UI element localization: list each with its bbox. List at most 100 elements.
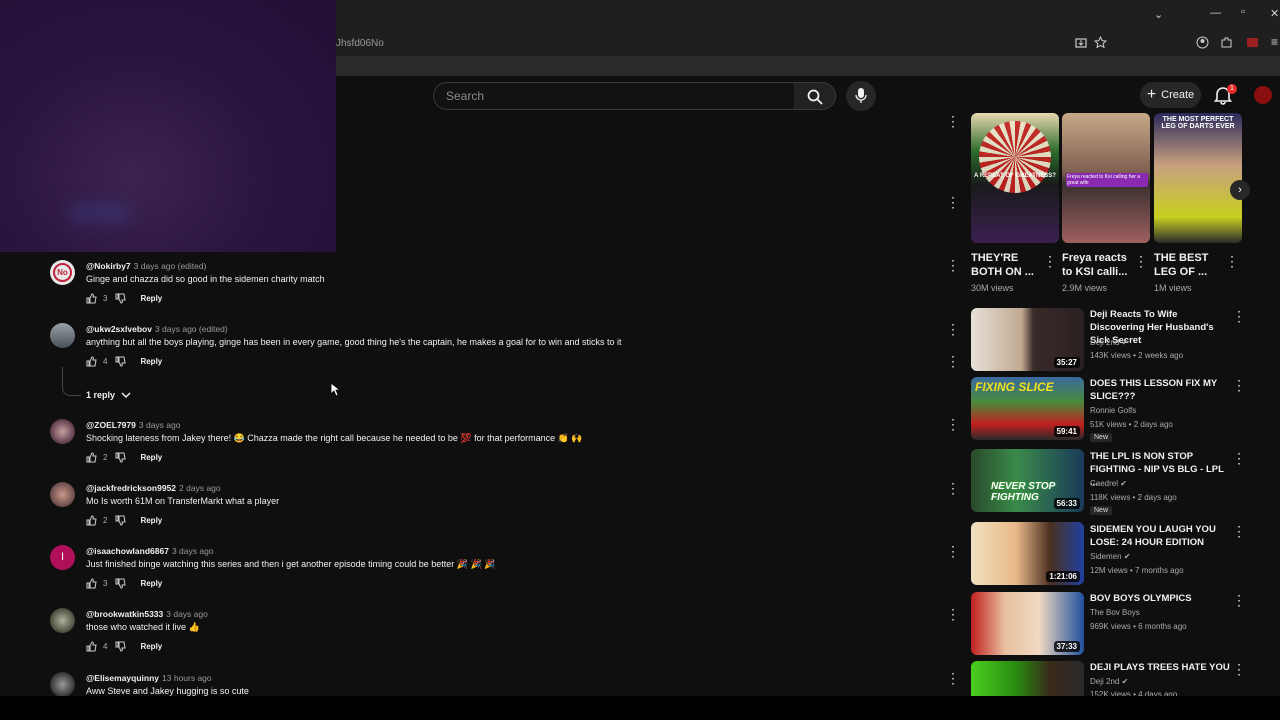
comment-author[interactable]: @jackfredrickson9952 — [86, 483, 176, 493]
reply-button[interactable]: Reply — [140, 294, 162, 303]
more-actions-icon[interactable]: ⋮ — [946, 322, 960, 336]
more-actions-icon[interactable]: ⋮ — [946, 607, 960, 621]
dislike-icon[interactable] — [115, 356, 127, 367]
more-actions-icon[interactable]: ⋮ — [1232, 592, 1246, 609]
install-app-icon[interactable] — [1075, 37, 1087, 49]
comment-time[interactable]: 3 days ago — [166, 609, 208, 619]
more-actions-icon[interactable]: ⋮ — [946, 354, 960, 368]
comment-author[interactable]: @isaachowland6867 — [86, 546, 169, 556]
more-actions-icon[interactable]: ⋮ — [1225, 253, 1239, 270]
create-button[interactable]: + Create — [1140, 82, 1201, 108]
view-replies-button[interactable]: 1 reply — [86, 390, 131, 400]
video-title[interactable]: DOES THIS LESSON FIX MY SLICE??? — [1090, 377, 1230, 403]
comment-author[interactable]: @ZOEL7979 — [86, 420, 136, 430]
dislike-icon[interactable] — [115, 293, 127, 304]
account-avatar[interactable] — [1254, 86, 1272, 104]
more-actions-icon[interactable]: ⋮ — [946, 671, 960, 685]
comment-time[interactable]: 3 days ago — [172, 546, 214, 556]
more-actions-icon[interactable]: ⋮ — [1232, 450, 1246, 467]
more-actions-icon[interactable]: ⋮ — [946, 258, 960, 272]
like-icon[interactable] — [86, 293, 100, 304]
video-title[interactable]: SIDEMEN YOU LAUGH YOU LOSE: 24 HOUR EDIT… — [1090, 523, 1230, 549]
reply-button[interactable]: Reply — [140, 357, 162, 366]
video-thumbnail[interactable]: 35:27 — [971, 308, 1084, 371]
reply-button[interactable]: Reply — [140, 516, 162, 525]
more-actions-icon[interactable]: ⋮ — [1232, 661, 1246, 678]
shelf-title[interactable]: THEY'RE BOTH ON ... — [971, 251, 1034, 279]
commenter-avatar[interactable]: No — [50, 260, 75, 285]
video-title[interactable]: DEJI PLAYS TREES HATE YOU — [1090, 661, 1230, 674]
search-icon — [807, 89, 823, 105]
more-actions-icon[interactable]: ⋮ — [946, 544, 960, 558]
more-actions-icon[interactable]: ⋮ — [946, 195, 960, 209]
comment-time[interactable]: 3 days ago (edited) — [155, 324, 228, 334]
reply-button[interactable]: Reply — [140, 453, 162, 462]
comment-time[interactable]: 13 hours ago — [162, 673, 212, 683]
video-thumbnail[interactable]: 37:33 — [971, 592, 1084, 655]
extension-badge-icon[interactable] — [1246, 35, 1260, 49]
commenter-avatar[interactable] — [50, 323, 75, 348]
tab-list-chevron-icon[interactable]: ⌄ — [1154, 8, 1163, 21]
more-actions-icon[interactable]: ⋮ — [1232, 377, 1246, 394]
more-actions-icon[interactable]: ⋮ — [946, 114, 960, 128]
bookmark-star-icon[interactable] — [1094, 36, 1107, 49]
like-icon[interactable] — [86, 515, 100, 526]
close-window-button[interactable]: ✕ — [1270, 7, 1279, 20]
like-icon[interactable] — [86, 641, 100, 652]
video-channel[interactable]: Deji 2nd ✔ — [1090, 677, 1128, 686]
shelf-next-button[interactable]: › — [1230, 180, 1250, 200]
comment-time[interactable]: 2 days ago — [179, 483, 221, 493]
profile-icon[interactable] — [1196, 36, 1209, 49]
comment-author[interactable]: @ukw2sxlvebov — [86, 324, 152, 334]
dislike-icon[interactable] — [115, 578, 127, 589]
commenter-avatar[interactable] — [50, 608, 75, 633]
video-thumbnail[interactable]: 1:21:06 — [971, 522, 1084, 585]
video-channel[interactable]: Sidemen ✔ — [1090, 552, 1131, 561]
search-box[interactable] — [433, 82, 795, 110]
url-text[interactable]: Jhsfd06No — [336, 38, 384, 49]
browser-menu-icon[interactable]: ≡ — [1271, 35, 1278, 49]
more-actions-icon[interactable]: ⋮ — [1043, 253, 1057, 270]
more-actions-icon[interactable]: ⋮ — [1134, 253, 1148, 270]
more-actions-icon[interactable]: ⋮ — [946, 481, 960, 495]
shelf-title[interactable]: THE BEST LEG OF ... — [1154, 251, 1208, 279]
comment-time[interactable]: 3 days ago — [139, 420, 181, 430]
video-thumbnail[interactable] — [971, 661, 1084, 696]
dislike-icon[interactable] — [115, 452, 127, 463]
shelf-thumbnail[interactable]: Freya reacted to Ksi calling her a great… — [1062, 113, 1150, 243]
video-channel[interactable]: The Bov Boys — [1090, 608, 1140, 617]
dislike-icon[interactable] — [115, 515, 127, 526]
commenter-avatar[interactable]: I — [50, 545, 75, 570]
like-icon[interactable] — [86, 452, 100, 463]
video-title[interactable]: BOV BOYS OLYMPICS — [1090, 592, 1230, 605]
commenter-avatar[interactable] — [50, 672, 75, 696]
video-thumbnail[interactable]: NEVER STOP FIGHTING 56:33 — [971, 449, 1084, 512]
comment-author[interactable]: @Elisemayquinny — [86, 673, 159, 683]
comment-author[interactable]: @Nokirby7 — [86, 261, 131, 271]
video-thumbnail[interactable]: FIXING SLICE 59:41 — [971, 377, 1084, 440]
dislike-icon[interactable] — [115, 641, 127, 652]
comment-author[interactable]: @brookwatkin5333 — [86, 609, 163, 619]
like-icon[interactable] — [86, 356, 100, 367]
video-channel[interactable]: Ronnie Golfs — [1090, 406, 1136, 415]
minimize-button[interactable]: — — [1210, 7, 1221, 19]
more-actions-icon[interactable]: ⋮ — [946, 417, 960, 431]
maximize-button[interactable]: ▫ — [1241, 6, 1245, 18]
search-button[interactable] — [794, 82, 836, 110]
shelf-thumbnail[interactable]: A REPEAT OF GREATNESS? — [971, 113, 1059, 243]
comment-time[interactable]: 3 days ago (edited) — [134, 261, 207, 271]
like-icon[interactable] — [86, 578, 100, 589]
video-channel[interactable]: Deji 2nd ✔ — [1090, 338, 1128, 347]
search-input[interactable] — [444, 88, 778, 104]
video-channel[interactable]: Caedrel ✔ — [1090, 479, 1127, 488]
shelf-title[interactable]: Freya reacts to KSI calli... — [1062, 251, 1127, 279]
extensions-icon[interactable] — [1220, 36, 1233, 49]
shelf-thumbnail[interactable]: THE MOST PERFECT LEG OF DARTS EVER — [1154, 113, 1242, 243]
voice-search-button[interactable] — [846, 81, 876, 111]
more-actions-icon[interactable]: ⋮ — [1232, 523, 1246, 540]
commenter-avatar[interactable] — [50, 419, 75, 444]
reply-button[interactable]: Reply — [140, 642, 162, 651]
more-actions-icon[interactable]: ⋮ — [1232, 308, 1246, 325]
reply-button[interactable]: Reply — [140, 579, 162, 588]
commenter-avatar[interactable] — [50, 482, 75, 507]
